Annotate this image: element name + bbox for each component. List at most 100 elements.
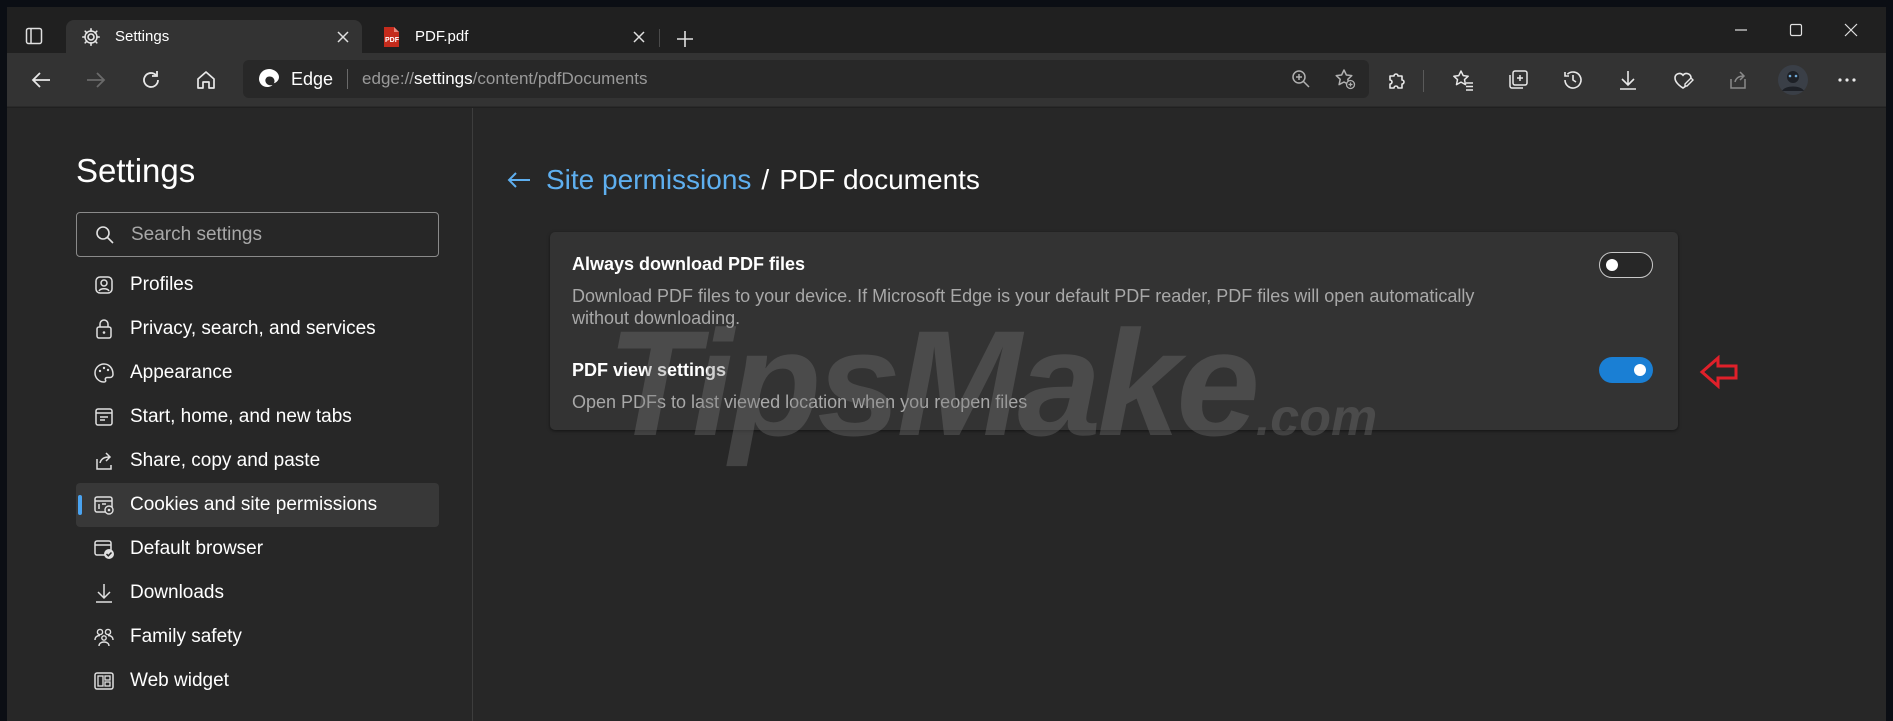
sidebar-item-label: Appearance [130,362,233,383]
sidebar-item-label: Family safety [130,626,242,647]
sidebar-item-default-browser[interactable]: Default browser [76,527,439,571]
site-permissions-icon [92,493,116,517]
breadcrumb: Site permissions / PDF documents [504,164,980,196]
breadcrumb-link-site-permissions[interactable]: Site permissions [546,164,751,196]
refresh-icon [143,71,159,88]
start-page-icon [92,405,116,429]
address-divider [347,69,349,89]
close-icon [1844,23,1858,37]
annotation-arrow-icon [1699,355,1738,389]
home-icon [197,71,215,89]
heart-pulse-icon [1674,72,1694,89]
search-icon [95,225,115,245]
collections-icon [1509,70,1528,89]
sidebar-item-share-copy-paste[interactable]: Share, copy and paste [76,439,439,483]
close-icon [337,31,349,43]
history-button[interactable] [1555,64,1591,96]
more-options-button[interactable] [1829,64,1865,96]
palette-icon [92,361,116,385]
sidebar-item-label: Default browser [130,538,264,559]
toggle-knob [1606,259,1618,271]
zoom-button[interactable] [1283,63,1319,95]
settings-page: Settings Profiles Privacy, search, and s… [7,108,1886,721]
address-bar[interactable]: Edge edge://settings/content/pdfDocument… [243,60,1369,98]
forward-button[interactable] [78,64,114,96]
setting-pdf-view: PDF view settings Open PDFs to last view… [572,360,1652,413]
settings-main-panel: Site permissions / PDF documents Always … [474,108,1886,721]
default-browser-icon [92,537,116,561]
close-tab-button[interactable] [628,26,650,48]
back-button[interactable] [23,64,59,96]
tab-actions-icon [25,27,43,45]
minimize-button[interactable] [1718,17,1764,43]
back-to-site-permissions-button[interactable] [504,165,534,195]
always-download-pdf-toggle[interactable] [1599,252,1653,278]
sidebar-item-appearance[interactable]: Appearance [76,351,439,395]
url-text[interactable]: edge://settings/content/pdfDocuments [362,69,647,89]
avatar [1778,65,1808,95]
toolbar-divider [1423,70,1424,92]
sidebar-item-start-home[interactable]: Start, home, and new tabs [76,395,439,439]
download-icon [92,581,116,605]
tab-settings[interactable]: Settings [66,20,362,53]
history-icon [1564,71,1582,89]
tab-divider [659,29,660,47]
browser-window: Settings PDF PDF.pdf Edge edge://setting… [7,7,1886,721]
site-identity: Edge [291,68,334,89]
sidebar-item-web-widget[interactable]: Web widget [76,659,439,703]
sidebar-item-label: Profiles [130,274,194,295]
home-button[interactable] [188,64,224,96]
tab-actions-button[interactable] [16,21,52,51]
pdf-file-icon: PDF [380,26,402,48]
profile-button[interactable] [1775,64,1811,96]
tab-title: PDF.pdf [415,28,469,45]
ellipsis-icon [1838,78,1856,82]
close-window-button[interactable] [1828,17,1874,43]
favorites-button[interactable] [1445,64,1481,96]
arrow-left-icon [31,72,50,88]
profile-icon [92,273,116,297]
zoom-in-icon [1292,70,1310,88]
breadcrumb-separator: / [761,164,770,195]
downloads-button[interactable] [1610,64,1646,96]
toggle-knob [1634,364,1646,376]
widget-icon [92,669,116,693]
refresh-button[interactable] [133,64,169,96]
sidebar-item-family-safety[interactable]: Family safety [76,615,439,659]
maximize-button[interactable] [1773,17,1819,43]
search-settings-input[interactable] [131,223,411,246]
edge-logo-icon [257,67,281,91]
sidebar-item-downloads[interactable]: Downloads [76,571,439,615]
sidebar-item-privacy[interactable]: Privacy, search, and services [76,307,439,351]
sidebar-item-cookies-site-permissions[interactable]: Cookies and site permissions [76,483,439,527]
favorites-icon [1453,70,1473,91]
browser-essentials-button[interactable] [1665,64,1701,96]
minimize-icon [1735,29,1747,31]
setting-description: Download PDF files to your device. If Mi… [572,286,1475,328]
pdf-settings-card: Always download PDF files Download PDF f… [550,232,1678,430]
share-button[interactable] [1720,64,1756,96]
close-tab-button[interactable] [332,26,354,48]
setting-always-download-pdf: Always download PDF files Download PDF f… [572,254,1652,329]
share-icon [1730,71,1746,89]
puzzle-icon [1389,73,1405,89]
arrow-right-icon [87,72,106,88]
search-box[interactable] [76,212,439,257]
collections-button[interactable] [1500,64,1536,96]
close-icon [633,31,645,43]
page-title: PDF documents [779,164,980,195]
pdf-view-settings-toggle[interactable] [1599,357,1653,383]
sidebar-item-label: Web widget [130,670,229,691]
new-tab-button[interactable] [671,25,699,53]
extensions-button[interactable] [1379,64,1415,96]
svg-text:PDF: PDF [385,37,400,44]
sidebar-item-profiles[interactable]: Profiles [76,263,439,307]
sidebar-item-label: Downloads [130,582,224,603]
plus-icon [677,31,693,47]
sidebar-title: Settings [76,152,196,189]
tab-pdf[interactable]: PDF PDF.pdf [366,20,658,53]
star-add-icon [1335,69,1356,90]
arrow-left-icon [507,172,530,188]
sidebar-item-label: Privacy, search, and services [130,318,376,339]
add-favorite-button[interactable] [1327,63,1363,95]
